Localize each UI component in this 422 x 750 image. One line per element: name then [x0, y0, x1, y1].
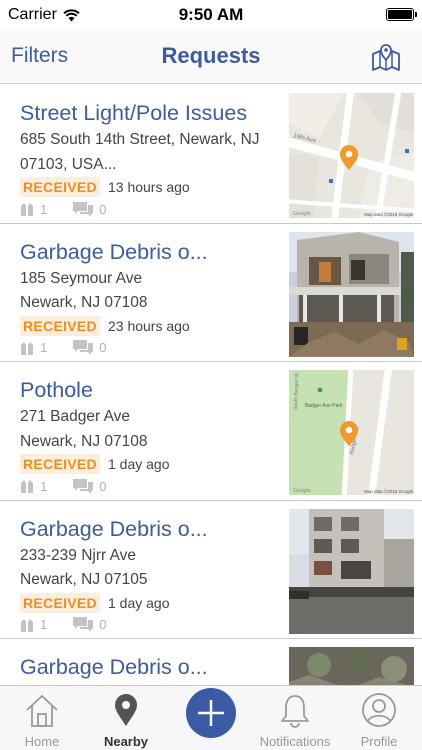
request-address-line1: 271 Badger Ave — [20, 408, 131, 425]
request-details: Garbage Debris o... — [20, 639, 282, 680]
home-icon — [26, 695, 58, 727]
comment-count: 0 — [99, 478, 107, 494]
follow-count: 1 — [40, 201, 48, 217]
request-time: 13 hours ago — [107, 179, 190, 195]
request-stats: 1 0 — [20, 478, 132, 494]
request-stats: 1 0 — [20, 201, 132, 217]
add-request-button[interactable] — [186, 688, 236, 738]
request-thumbnail-photo — [289, 231, 414, 357]
request-thumbnail-map: Badger Ave Park Badger Ave South Bergen … — [289, 370, 414, 495]
request-time: 23 hours ago — [107, 317, 190, 334]
follow-icon — [21, 341, 33, 355]
request-details: Garbage Debris o... 233-239 Njrr Ave New… — [20, 501, 282, 613]
request-row[interactable]: Garbage Debris o... 185 Seymour Ave Newa… — [0, 224, 422, 362]
map-attribution: Map data ©2015 Google — [364, 488, 414, 494]
carrier-label: Carrier — [8, 6, 57, 23]
map-attribution: Map data ©2015 Google — [364, 211, 414, 217]
request-address-line1: 185 Seymour Ave — [20, 269, 143, 287]
status-bar: Carrier 9:50 AM — [0, 0, 422, 30]
tab-notifications[interactable]: Notifications — [253, 686, 337, 750]
request-row[interactable]: Garbage Debris o... — [0, 639, 422, 685]
request-row[interactable]: Garbage Debris o... 233-239 Njrr Ave New… — [0, 501, 422, 639]
request-address-line2: 07103, USA... — [20, 155, 117, 173]
map-park-label: Badger Ave Park — [305, 403, 343, 409]
request-time: 1 day ago — [107, 594, 170, 611]
status-badge: RECEIVED — [20, 592, 100, 613]
comment-icon — [73, 340, 94, 355]
status-badge: RECEIVED — [20, 177, 100, 197]
follow-icon — [21, 203, 33, 216]
request-details: Pothole 271 Badger Ave Newark, NJ 07108 … — [20, 362, 282, 474]
request-title: Garbage Debris o... — [20, 239, 208, 264]
request-address-line2: Newark, NJ 07108 — [20, 432, 148, 450]
comment-count: 0 — [99, 340, 107, 355]
request-row[interactable]: Street Light/Pole Issues 685 South 14th … — [0, 85, 422, 224]
tab-label: Profile — [360, 734, 398, 749]
request-address-line2: Newark, NJ 07108 — [20, 294, 148, 311]
requests-list[interactable]: Street Light/Pole Issues 685 South 14th … — [0, 85, 422, 685]
map-google-logo: Google — [293, 211, 311, 217]
follow-count: 1 — [40, 478, 48, 494]
request-thumbnail-photo — [289, 508, 414, 634]
request-address-line1: 233-239 Njrr Ave — [20, 546, 137, 564]
page-title: Requests — [161, 43, 261, 68]
follow-count: 1 — [40, 617, 48, 632]
tab-profile[interactable]: Profile — [337, 686, 421, 750]
status-badge: RECEIVED — [20, 315, 100, 336]
battery-icon — [386, 8, 417, 21]
request-stats: 1 0 — [20, 340, 132, 355]
carrier-info: Carrier — [8, 6, 80, 24]
comment-icon — [73, 478, 94, 494]
status-badge: RECEIVED — [20, 454, 100, 474]
request-details: Street Light/Pole Issues 685 South 14th … — [20, 85, 282, 197]
location-pin-icon — [115, 694, 137, 726]
request-address-line1: 685 South 14th Street, Newark, NJ — [20, 131, 260, 148]
request-title: Garbage Debris o... — [20, 655, 208, 679]
filters-button[interactable]: Filters — [11, 44, 68, 68]
request-time: 1 day ago — [107, 456, 170, 472]
map-pin-icon[interactable] — [370, 40, 402, 72]
tab-label: Home — [24, 734, 60, 749]
comment-count: 0 — [99, 617, 107, 632]
follow-count: 1 — [40, 340, 48, 355]
tab-nearby[interactable]: Nearby — [84, 686, 168, 750]
follow-icon — [21, 618, 33, 632]
request-stats: 1 0 — [20, 617, 132, 632]
map-google-logo: Google — [293, 488, 311, 494]
tab-bar: Home Nearby Notifications Profile — [0, 685, 422, 750]
comment-count: 0 — [99, 201, 107, 217]
plus-icon — [198, 700, 224, 726]
request-title: Pothole — [20, 378, 93, 402]
wifi-icon — [63, 8, 80, 21]
request-thumbnail-photo — [289, 647, 414, 685]
navigation-bar: Filters Requests — [0, 30, 422, 84]
tab-label: Nearby — [103, 734, 149, 749]
tab-home[interactable]: Home — [0, 686, 84, 750]
follow-icon — [21, 480, 33, 493]
profile-icon — [362, 693, 396, 727]
request-title: Street Light/Pole Issues — [20, 101, 248, 125]
tab-label: Notifications — [259, 734, 331, 749]
battery-fill — [388, 10, 412, 19]
request-row[interactable]: Pothole 271 Badger Ave Newark, NJ 07108 … — [0, 362, 422, 501]
request-address-line2: Newark, NJ 07105 — [20, 571, 148, 588]
comment-icon — [73, 201, 94, 217]
request-details: Garbage Debris o... 185 Seymour Ave Newa… — [20, 224, 282, 336]
request-thumbnail-map: 19th Ave Google Map data ©2015 Google — [289, 93, 414, 218]
comment-icon — [73, 617, 94, 632]
request-title: Garbage Debris o... — [20, 516, 208, 541]
bell-icon — [281, 695, 309, 728]
